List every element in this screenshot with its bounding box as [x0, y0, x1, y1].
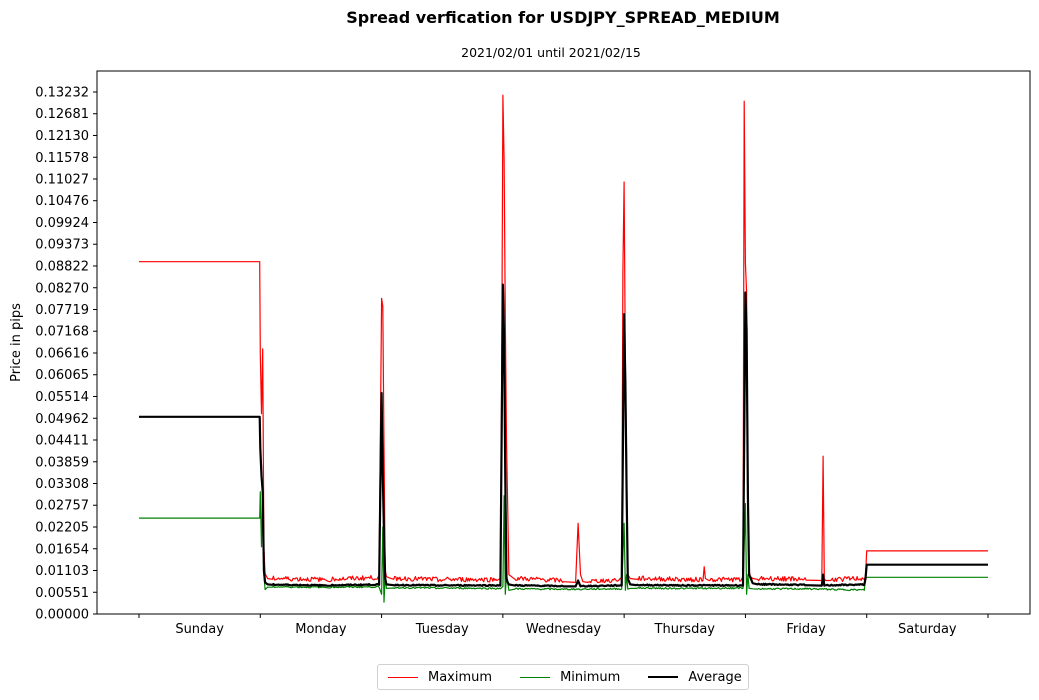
y-tick-label: 0.06065 — [35, 368, 89, 383]
y-tick-label: 0.04962 — [35, 412, 89, 427]
legend-label-average: Average — [688, 669, 742, 685]
y-tick-label: 0.03308 — [35, 477, 89, 492]
legend-swatch-average — [648, 676, 679, 678]
y-tick-label: 0.05514 — [35, 390, 89, 405]
legend-item-average: Average — [648, 669, 742, 685]
spread-line-chart: 0.00000 0.00551 0.01103 0.01654 0.02205 0.027… — [9, 70, 1031, 637]
y-tick-label: 0.11578 — [35, 151, 89, 166]
y-tick-label: 0.11027 — [35, 172, 89, 187]
y-tick-label: 0.09924 — [35, 216, 89, 231]
y-tick-label: 0.01654 — [35, 542, 89, 557]
y-tick-label: 0.08270 — [35, 281, 89, 296]
legend-item-minimum: Minimum — [520, 670, 620, 685]
y-tick-label: 0.10476 — [35, 194, 89, 209]
y-tick-label: 0.01103 — [35, 564, 89, 579]
legend-swatch-maximum — [388, 676, 418, 678]
y-tick-label: 0.13232 — [35, 86, 89, 101]
x-tick-label-tuesday: Tuesday — [415, 622, 469, 637]
plot-frame — [96, 70, 1031, 615]
y-tick-label: 0.02757 — [35, 499, 89, 514]
y-tick-label: 0.02205 — [35, 521, 89, 536]
y-tick-label: 0.12130 — [35, 129, 89, 144]
series-layer — [139, 94, 988, 603]
legend-label-minimum: Minimum — [560, 669, 621, 685]
series-line-maximum — [139, 94, 988, 584]
x-tick-label-monday: Monday — [295, 622, 347, 637]
legend: Maximum Minimum Average — [377, 664, 749, 690]
y-tick-label: 0.03859 — [35, 455, 89, 470]
series-line-average — [139, 283, 988, 588]
y-tick-label: 0.00000 — [35, 608, 89, 623]
legend-item-maximum: Maximum — [388, 670, 492, 685]
y-tick-label: 0.09373 — [35, 238, 89, 253]
legend-swatch-minimum — [520, 676, 551, 678]
x-axis: Sunday Monday Tuesday Wednesday Thursday Frid… — [138, 614, 989, 637]
y-tick-label: 0.07719 — [35, 303, 89, 318]
x-tick-label-friday: Friday — [786, 622, 826, 637]
y-tick-label: 0.04411 — [35, 433, 89, 448]
y-axis-label: Price in pips — [9, 303, 24, 382]
y-tick-label: 0.07168 — [35, 325, 89, 340]
y-tick-label: 0.00551 — [35, 586, 89, 601]
x-tick-label-thursday: Thursday — [654, 622, 716, 637]
x-tick-label-wednesday: Wednesday — [526, 622, 602, 637]
y-tick-label: 0.06616 — [35, 347, 89, 362]
y-tick-label: 0.12681 — [35, 107, 89, 122]
y-axis: 0.00000 0.00551 0.01103 0.01654 0.02205 0.027… — [35, 86, 97, 623]
x-tick-label-saturday: Saturday — [898, 622, 957, 637]
y-tick-label: 0.08822 — [35, 259, 89, 274]
x-tick-label-sunday: Sunday — [175, 622, 224, 637]
legend-label-maximum: Maximum — [428, 669, 493, 685]
